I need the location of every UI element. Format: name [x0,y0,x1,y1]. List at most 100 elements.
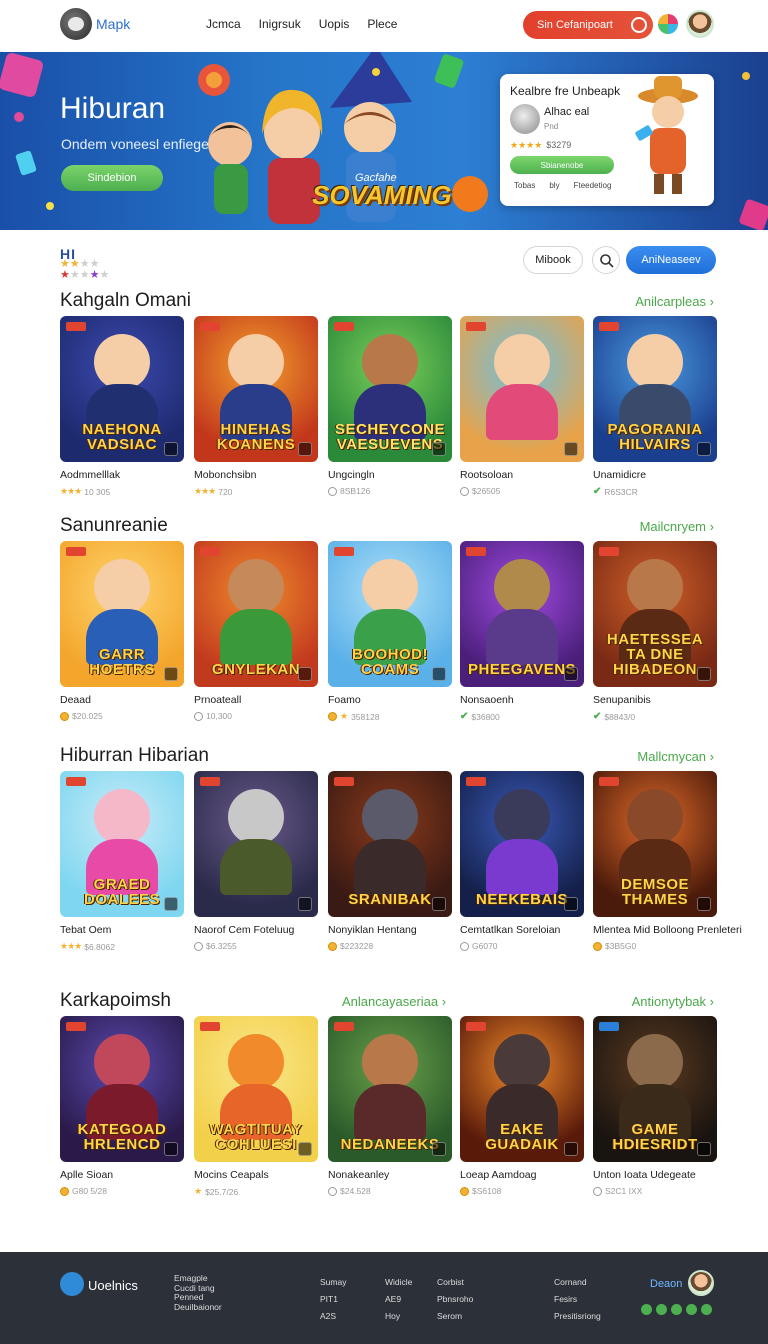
site-logo[interactable]: Mapk [60,8,130,40]
game-thumbnail[interactable] [194,771,318,917]
bookmark-icon[interactable] [164,897,178,911]
featured-card-link[interactable]: Tobas [514,181,535,190]
game-thumbnail[interactable]: EAKE GUADAIK [460,1016,584,1162]
game-thumbnail[interactable]: DEMSOE THAMES [593,771,717,917]
social-icon[interactable] [686,1304,697,1315]
bookmark-icon[interactable] [697,1142,711,1156]
bookmark-icon[interactable] [432,667,446,681]
social-icon[interactable] [656,1304,667,1315]
bookmark-icon[interactable] [164,1142,178,1156]
game-thumbnail[interactable]: BOOHOD! COAMS [328,541,452,687]
game-name[interactable]: Mocins Ceapals [194,1169,318,1181]
game-name[interactable]: Mobonchsibn [194,469,318,481]
game-thumbnail[interactable]: PHEEGAVENS [460,541,584,687]
game-thumbnail[interactable]: GAME HDIESRIDT [593,1016,717,1162]
section-see-all-link[interactable]: Mailcnryem › [640,519,714,534]
game-name[interactable]: Ungcingln [328,469,452,481]
game-name[interactable]: Naorof Cem Foteluug [194,924,318,936]
game-name[interactable]: Loeap Aamdoag [460,1169,584,1181]
social-icon[interactable] [701,1304,712,1315]
signin-button[interactable]: Sin Cefanipoart [523,11,653,39]
section-see-all-link[interactable]: Anilcarpleas › [635,294,714,309]
game-thumbnail[interactable]: HINEHAS KOANENS [194,316,318,462]
footer-link[interactable]: Presitisriong [554,1308,601,1325]
user-avatar[interactable] [686,10,714,38]
game-card[interactable]: PHEEGAVENS Nonsaoenh ✔ $36800 [460,541,584,722]
game-card[interactable]: NEDANEEKS Nonakeanley $24.528 [328,1016,452,1196]
nav-item[interactable]: Jcmca [206,17,241,31]
star-icon[interactable]: ★ [60,269,70,281]
footer-link[interactable]: Serom [437,1308,473,1325]
game-name[interactable]: Unamidicre [593,469,717,481]
game-card[interactable]: SRANIBAK Nonyiklan Hentang $223228 [328,771,452,951]
bookmark-icon[interactable] [432,442,446,456]
footer-link[interactable]: AE9 [385,1291,412,1308]
featured-game-button[interactable]: Sbianenobe [510,156,614,174]
game-name[interactable]: Cemtatlkan Soreloian [460,924,584,936]
footer-link[interactable]: Sumay [320,1274,346,1291]
game-thumbnail[interactable]: HAETESSEA TA DNE HIBADEON [593,541,717,687]
star-icon[interactable]: ★ [100,269,110,281]
game-name[interactable]: Rootsoloan [460,469,584,481]
game-thumbnail[interactable]: GARR HOETRS [60,541,184,687]
bookmark-icon[interactable] [298,442,312,456]
game-card[interactable]: PAGORANIA HILVAIRS Unamidicre ✔ R6S3CR [593,316,717,497]
game-card[interactable]: GNYLEKAN Prnoateall 10,300 [194,541,318,721]
nav-item[interactable]: Inigrsuk [259,17,301,31]
game-name[interactable]: Prnoateall [194,694,318,706]
footer-link[interactable]: Widicle [385,1274,412,1291]
game-thumbnail[interactable]: NEEKEBAIS [460,771,584,917]
bookmark-icon[interactable] [564,897,578,911]
filter-button[interactable]: Mibook [523,246,583,274]
footer-link[interactable]: Corbist [437,1274,473,1291]
social-icon[interactable] [641,1304,652,1315]
featured-card-link[interactable]: bly [549,181,559,190]
game-card[interactable]: HAETESSEA TA DNE HIBADEON Senupanibis ✔ $… [593,541,717,722]
game-name[interactable]: Senupanibis [593,694,717,706]
star-icon[interactable]: ★ [70,269,80,281]
game-thumbnail[interactable] [460,316,584,462]
bookmark-icon[interactable] [564,667,578,681]
bookmark-icon[interactable] [564,1142,578,1156]
bookmark-icon[interactable] [164,442,178,456]
game-name[interactable]: Aodmmelllak [60,469,184,481]
game-card[interactable]: DEMSOE THAMES Mlentea Mid Bolloong Prenl… [593,771,742,951]
bookmark-icon[interactable] [298,667,312,681]
section-secondary-link[interactable]: Anlancayaseriaa › [342,994,446,1009]
footer-link[interactable]: Pbnsroho [437,1291,473,1308]
footer-logo-icon[interactable] [60,1272,84,1296]
footer-link[interactable]: Deuilbaionor [174,1302,222,1313]
hero-cta-button[interactable]: Sindebion [61,165,163,191]
game-card[interactable]: WAGTITUAY COHLUESI Mocins Ceapals ★ $25.7… [194,1016,318,1197]
game-thumbnail[interactable]: WAGTITUAY COHLUESI [194,1016,318,1162]
game-name[interactable]: Unton Ioata Udegeate [593,1169,717,1181]
footer-avatar[interactable] [688,1270,714,1296]
featured-card-link[interactable]: Fteedetiog [574,181,612,190]
game-card[interactable]: BOOHOD! COAMS Foamo ★ 358128 [328,541,452,722]
game-thumbnail[interactable]: GRAED DOALEES [60,771,184,917]
game-card[interactable]: EAKE GUADAIK Loeap Aamdoag $S6108 [460,1016,584,1196]
game-thumbnail[interactable]: PAGORANIA HILVAIRS [593,316,717,462]
game-thumbnail[interactable]: NAEHONA VADSIAC [60,316,184,462]
game-card[interactable]: HINEHAS KOANENS Mobonchsibn ★★★ 720 [194,316,318,497]
featured-game-card[interactable]: Kealbre fre Unbeapk Alhac eal Pnd ★★★★ $3… [500,74,714,206]
game-thumbnail[interactable]: SRANIBAK [328,771,452,917]
game-thumbnail[interactable]: SECHEYCONE VAESUEVENS [328,316,452,462]
footer-link[interactable]: A2S [320,1308,346,1325]
bookmark-icon[interactable] [697,442,711,456]
game-thumbnail[interactable]: NEDANEEKS [328,1016,452,1162]
footer-link[interactable]: PIT1 [320,1291,346,1308]
search-button[interactable] [592,246,620,274]
social-icon[interactable] [671,1304,682,1315]
game-name[interactable]: Aplle Sioan [60,1169,184,1181]
bookmark-icon[interactable] [298,1142,312,1156]
game-name[interactable]: Foamo [328,694,452,706]
star-icon[interactable]: ★ [90,269,100,281]
bookmark-icon[interactable] [298,897,312,911]
game-center-icon[interactable] [658,14,678,34]
game-name[interactable]: Nonsaoenh [460,694,584,706]
game-thumbnail[interactable]: KATEGOAD HRLENCD [60,1016,184,1162]
section-see-all-link[interactable]: Antionytybak › [632,994,714,1009]
game-name[interactable]: Nonyiklan Hentang [328,924,452,936]
game-card[interactable]: KATEGOAD HRLENCD Aplle Sioan G80 5/28 [60,1016,184,1196]
